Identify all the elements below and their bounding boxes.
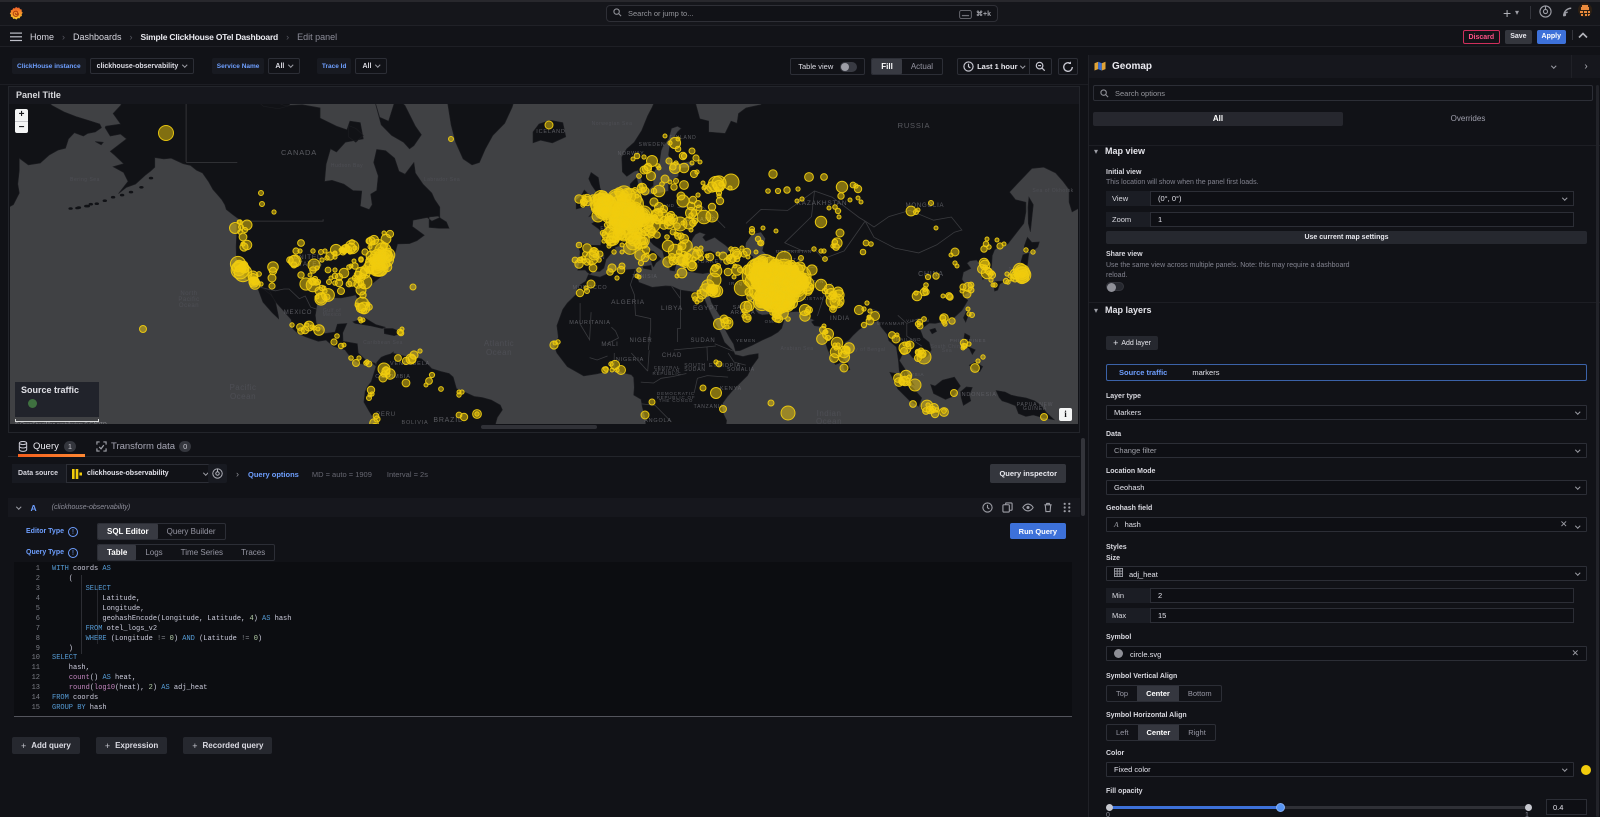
svg-text:GUINEA: GUINEA [1023, 406, 1047, 412]
svg-text:NORWAY: NORWAY [618, 151, 645, 157]
svg-text:NIGER: NIGER [629, 338, 652, 344]
svg-text:Ocean: Ocean [179, 303, 199, 309]
svg-text:SOMALIA: SOMALIA [727, 367, 755, 373]
svg-text:SUDAN: SUDAN [690, 338, 715, 344]
svg-text:Ocean: Ocean [230, 392, 256, 401]
svg-text:ANGOLA: ANGOLA [644, 418, 672, 424]
svg-text:Sea: Sea [942, 348, 952, 354]
svg-text:Sea of Okhotsk: Sea of Okhotsk [1032, 188, 1073, 194]
svg-text:Norwegian Sea: Norwegian Sea [592, 121, 633, 127]
svg-text:Pacific: Pacific [229, 383, 256, 392]
svg-text:KAZAKHSTAN: KAZAKHSTAN [797, 200, 848, 207]
svg-text:KENYA: KENYA [720, 386, 742, 392]
svg-text:Mexico: Mexico [323, 312, 342, 318]
svg-text:NIGERIA: NIGERIA [616, 357, 644, 363]
svg-text:INDIA: INDIA [830, 316, 850, 322]
svg-text:EGYPT: EGYPT [693, 305, 719, 312]
svg-text:CANADA: CANADA [281, 148, 317, 157]
svg-text:MAURITANIA: MAURITANIA [569, 320, 611, 326]
svg-text:REPUBLIC: REPUBLIC [653, 371, 682, 376]
svg-text:CHAD: CHAD [662, 353, 682, 359]
svg-text:SUDAN: SUDAN [684, 367, 706, 373]
svg-text:Atlantic: Atlantic [484, 339, 514, 348]
svg-text:MALI: MALI [601, 342, 618, 348]
svg-text:Hudson Bay: Hudson Bay [331, 163, 363, 169]
svg-text:ICELAND: ICELAND [536, 129, 565, 135]
svg-text:INDONESIA: INDONESIA [959, 392, 996, 398]
svg-text:YEMEN: YEMEN [736, 338, 756, 343]
svg-text:SWEDEN: SWEDEN [639, 142, 666, 148]
svg-text:RUSSIA: RUSSIA [898, 121, 931, 130]
svg-text:Labrador Sea: Labrador Sea [424, 177, 460, 183]
svg-text:MYANMAR: MYANMAR [877, 321, 905, 326]
svg-text:LIBYA: LIBYA [661, 305, 683, 312]
svg-text:ALGERIA: ALGERIA [611, 299, 645, 306]
svg-text:Arabian Sea: Arabian Sea [780, 346, 813, 352]
svg-text:BOLIVIA: BOLIVIA [402, 420, 429, 424]
svg-text:Ocean: Ocean [816, 417, 842, 424]
svg-text:Ocean: Ocean [486, 348, 512, 357]
svg-text:THE CONGO: THE CONGO [659, 398, 693, 403]
svg-text:Bering Sea: Bering Sea [70, 177, 100, 183]
svg-text:MEXICO: MEXICO [284, 310, 312, 316]
svg-text:Caribbean Sea: Caribbean Sea [363, 340, 403, 346]
